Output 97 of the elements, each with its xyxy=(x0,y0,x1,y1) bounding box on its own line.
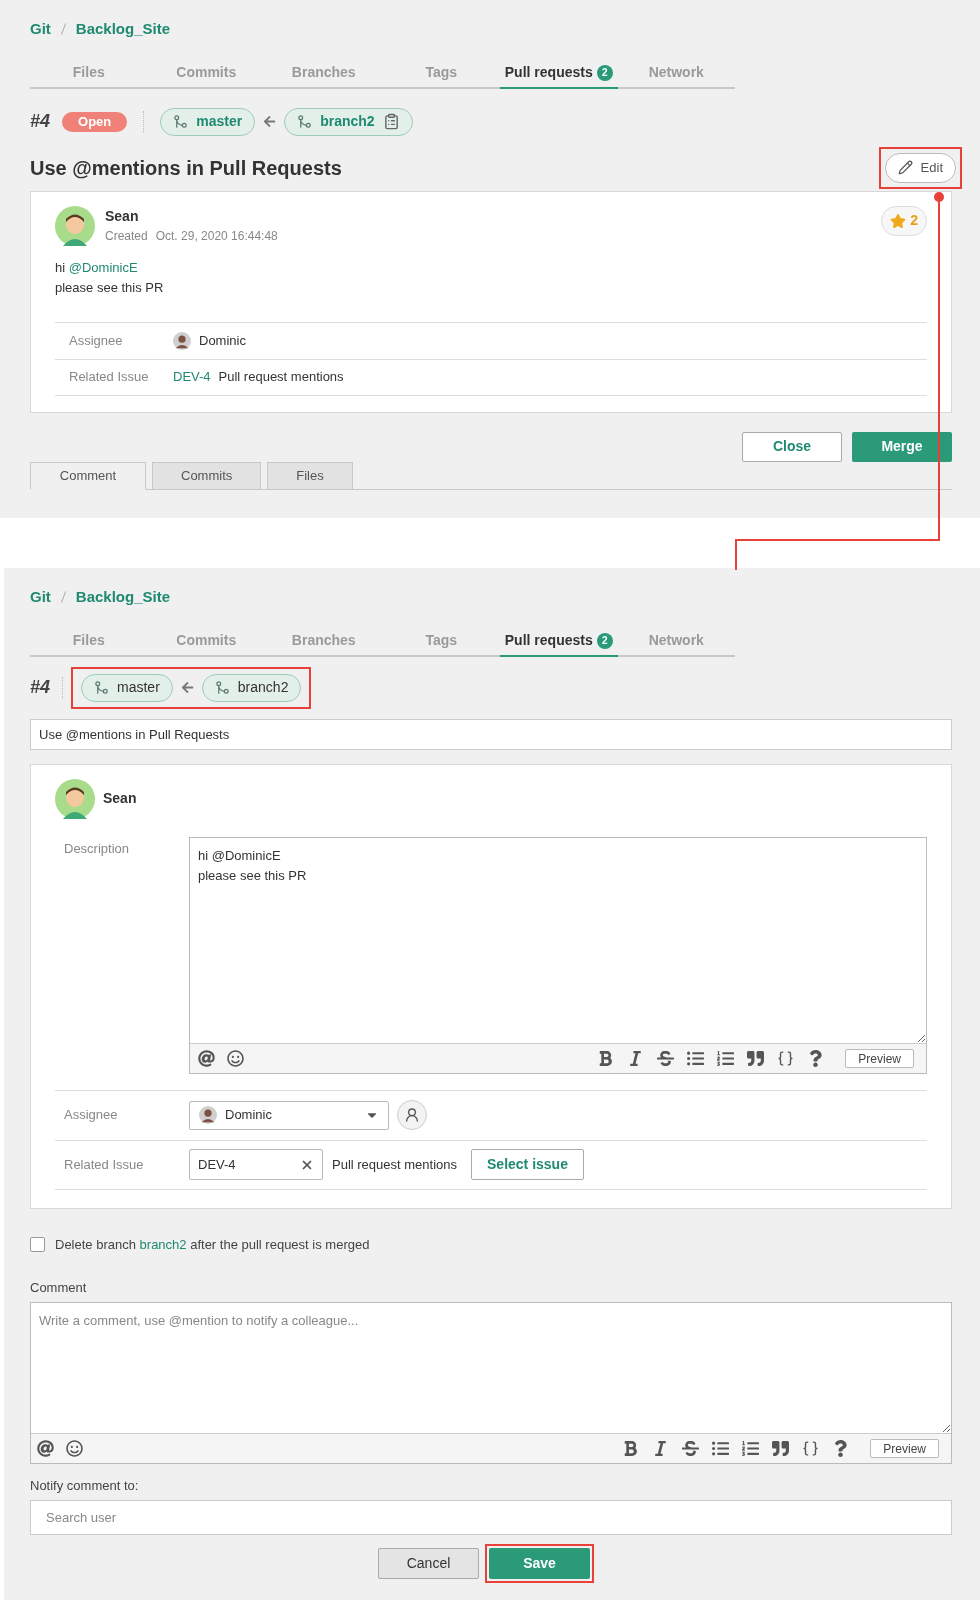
emoji-icon[interactable] xyxy=(66,1439,83,1457)
created-date: Oct. 29, 2020 16:44:48 xyxy=(155,227,278,245)
user-search-field[interactable]: Search user xyxy=(30,1500,952,1535)
count-badge: 2 xyxy=(596,632,613,649)
strikethrough-icon[interactable] xyxy=(682,1439,700,1457)
cancel-button[interactable]: Cancel xyxy=(378,1548,479,1579)
user-icon xyxy=(404,1107,420,1123)
field-label: Description xyxy=(63,839,131,858)
mention-icon[interactable] xyxy=(37,1439,54,1457)
description-line: please see this PR xyxy=(55,278,165,297)
checkbox[interactable] xyxy=(30,1236,45,1252)
content-tab[interactable]: Files xyxy=(267,461,353,490)
save-button[interactable]: Save xyxy=(489,1548,590,1579)
star-icon xyxy=(890,212,907,229)
field-label: Comment xyxy=(30,1279,88,1297)
issue-field[interactable]: DEV-4 xyxy=(189,1149,323,1180)
field-label: Notify comment to: xyxy=(30,1476,140,1495)
breadcrumb-link[interactable]: Backlog_Site xyxy=(75,18,171,41)
assignee-name: Dominic xyxy=(199,331,246,350)
breadcrumb-link[interactable]: Git xyxy=(30,586,51,609)
pencil-icon xyxy=(897,160,913,175)
content-tab[interactable]: Commits xyxy=(152,461,262,490)
breadcrumb-link[interactable]: Backlog_Site xyxy=(75,586,171,609)
branch-tag[interactable]: branch2 xyxy=(284,107,413,136)
bold-icon[interactable] xyxy=(597,1049,615,1067)
branch-icon xyxy=(94,680,110,695)
help-icon[interactable] xyxy=(807,1049,825,1067)
issue-link[interactable]: DEV-4 xyxy=(173,367,211,387)
branch-tag[interactable]: branch2 xyxy=(201,673,302,702)
bold-icon[interactable] xyxy=(622,1439,640,1457)
created-label: Created xyxy=(105,227,148,245)
strikethrough-icon[interactable] xyxy=(657,1049,675,1067)
nav-tab[interactable]: Branches xyxy=(265,626,383,657)
nav-tab[interactable]: Files xyxy=(30,58,148,89)
edit-button[interactable]: Edit xyxy=(884,152,956,183)
field-label: Assignee xyxy=(64,1106,119,1125)
user-avatar xyxy=(55,205,95,246)
assignee-select[interactable]: Dominic xyxy=(189,1100,389,1130)
nav-tab[interactable]: Pull requests 2 xyxy=(500,626,618,657)
field-label: Related Issue xyxy=(69,368,150,387)
preview-button[interactable]: Preview xyxy=(870,1438,939,1458)
preview-button[interactable]: Preview xyxy=(845,1048,914,1068)
close-button[interactable]: Close xyxy=(742,431,842,462)
field-label: Related Issue xyxy=(64,1155,145,1174)
breadcrumb-link[interactable]: Git xyxy=(30,18,51,41)
issue-title: Pull request mentions xyxy=(332,1155,457,1174)
merge-button[interactable]: Merge xyxy=(852,431,952,462)
mention-link[interactable]: @DominicE xyxy=(68,259,138,275)
nav-tab[interactable]: Commits xyxy=(147,626,265,657)
branch-icon xyxy=(173,114,189,129)
field-label: Assignee xyxy=(69,331,124,350)
count-badge: 2 xyxy=(596,64,613,81)
issue-title: Pull request mentions xyxy=(218,368,344,387)
checkbox-label: Delete branch branch2 after the pull request is merged xyxy=(55,1235,370,1254)
title-field[interactable]: Use @mentions in Pull Requests xyxy=(30,718,952,750)
nav-tab[interactable]: Commits xyxy=(147,58,265,89)
pr-title: Use @mentions in Pull Requests xyxy=(30,155,342,181)
author-name: Sean xyxy=(103,789,137,808)
author-name: Sean xyxy=(105,206,140,226)
description-editor[interactable]: hi @DominicE please see this PR Preview xyxy=(189,836,927,1074)
nav-tab[interactable]: Network xyxy=(617,626,735,657)
emoji-icon[interactable] xyxy=(227,1049,244,1067)
comment-editor[interactable]: Write a comment, use @mention to notify a colleague... Preview xyxy=(30,1301,952,1464)
branch-tag[interactable]: master xyxy=(160,107,256,136)
bulleted-list-icon[interactable] xyxy=(687,1049,705,1067)
pr-number: #4 xyxy=(30,676,51,699)
numbered-list-icon[interactable] xyxy=(717,1049,735,1067)
arrow-left-icon xyxy=(180,681,194,694)
pr-number: #4 xyxy=(30,110,51,133)
branch-icon xyxy=(214,680,230,695)
nav-tab[interactable]: Tags xyxy=(382,58,500,89)
nav-tab[interactable]: Pull requests 2 xyxy=(500,58,618,89)
nav-tab[interactable]: Files xyxy=(30,626,148,657)
user-avatar xyxy=(199,1106,217,1124)
code-braces-icon[interactable] xyxy=(777,1049,795,1067)
assign-to-me-button[interactable] xyxy=(397,1100,427,1130)
clipboard-icon[interactable] xyxy=(382,113,400,130)
nav-tab[interactable]: Tags xyxy=(382,626,500,657)
description-line: hi @DominicE xyxy=(55,258,139,277)
select-issue-button[interactable]: Select issue xyxy=(471,1149,584,1180)
user-avatar xyxy=(55,778,95,819)
code-braces-icon[interactable] xyxy=(802,1439,820,1457)
content-tab[interactable]: Comment xyxy=(30,461,146,490)
nav-tab[interactable]: Network xyxy=(617,58,735,89)
arrow-left-icon xyxy=(263,115,277,128)
branch-tag[interactable]: master xyxy=(81,673,173,702)
status-badge: Open xyxy=(62,111,128,132)
user-avatar xyxy=(173,331,191,350)
numbered-list-icon[interactable] xyxy=(742,1439,760,1457)
mention-icon[interactable] xyxy=(198,1049,215,1067)
branch-link[interactable]: branch2 xyxy=(139,1236,187,1252)
branch-icon xyxy=(297,114,313,129)
help-icon[interactable] xyxy=(832,1439,850,1457)
bulleted-list-icon[interactable] xyxy=(712,1439,730,1457)
quote-icon[interactable] xyxy=(772,1439,790,1457)
quote-icon[interactable] xyxy=(747,1049,765,1067)
nav-tab[interactable]: Branches xyxy=(265,58,383,89)
